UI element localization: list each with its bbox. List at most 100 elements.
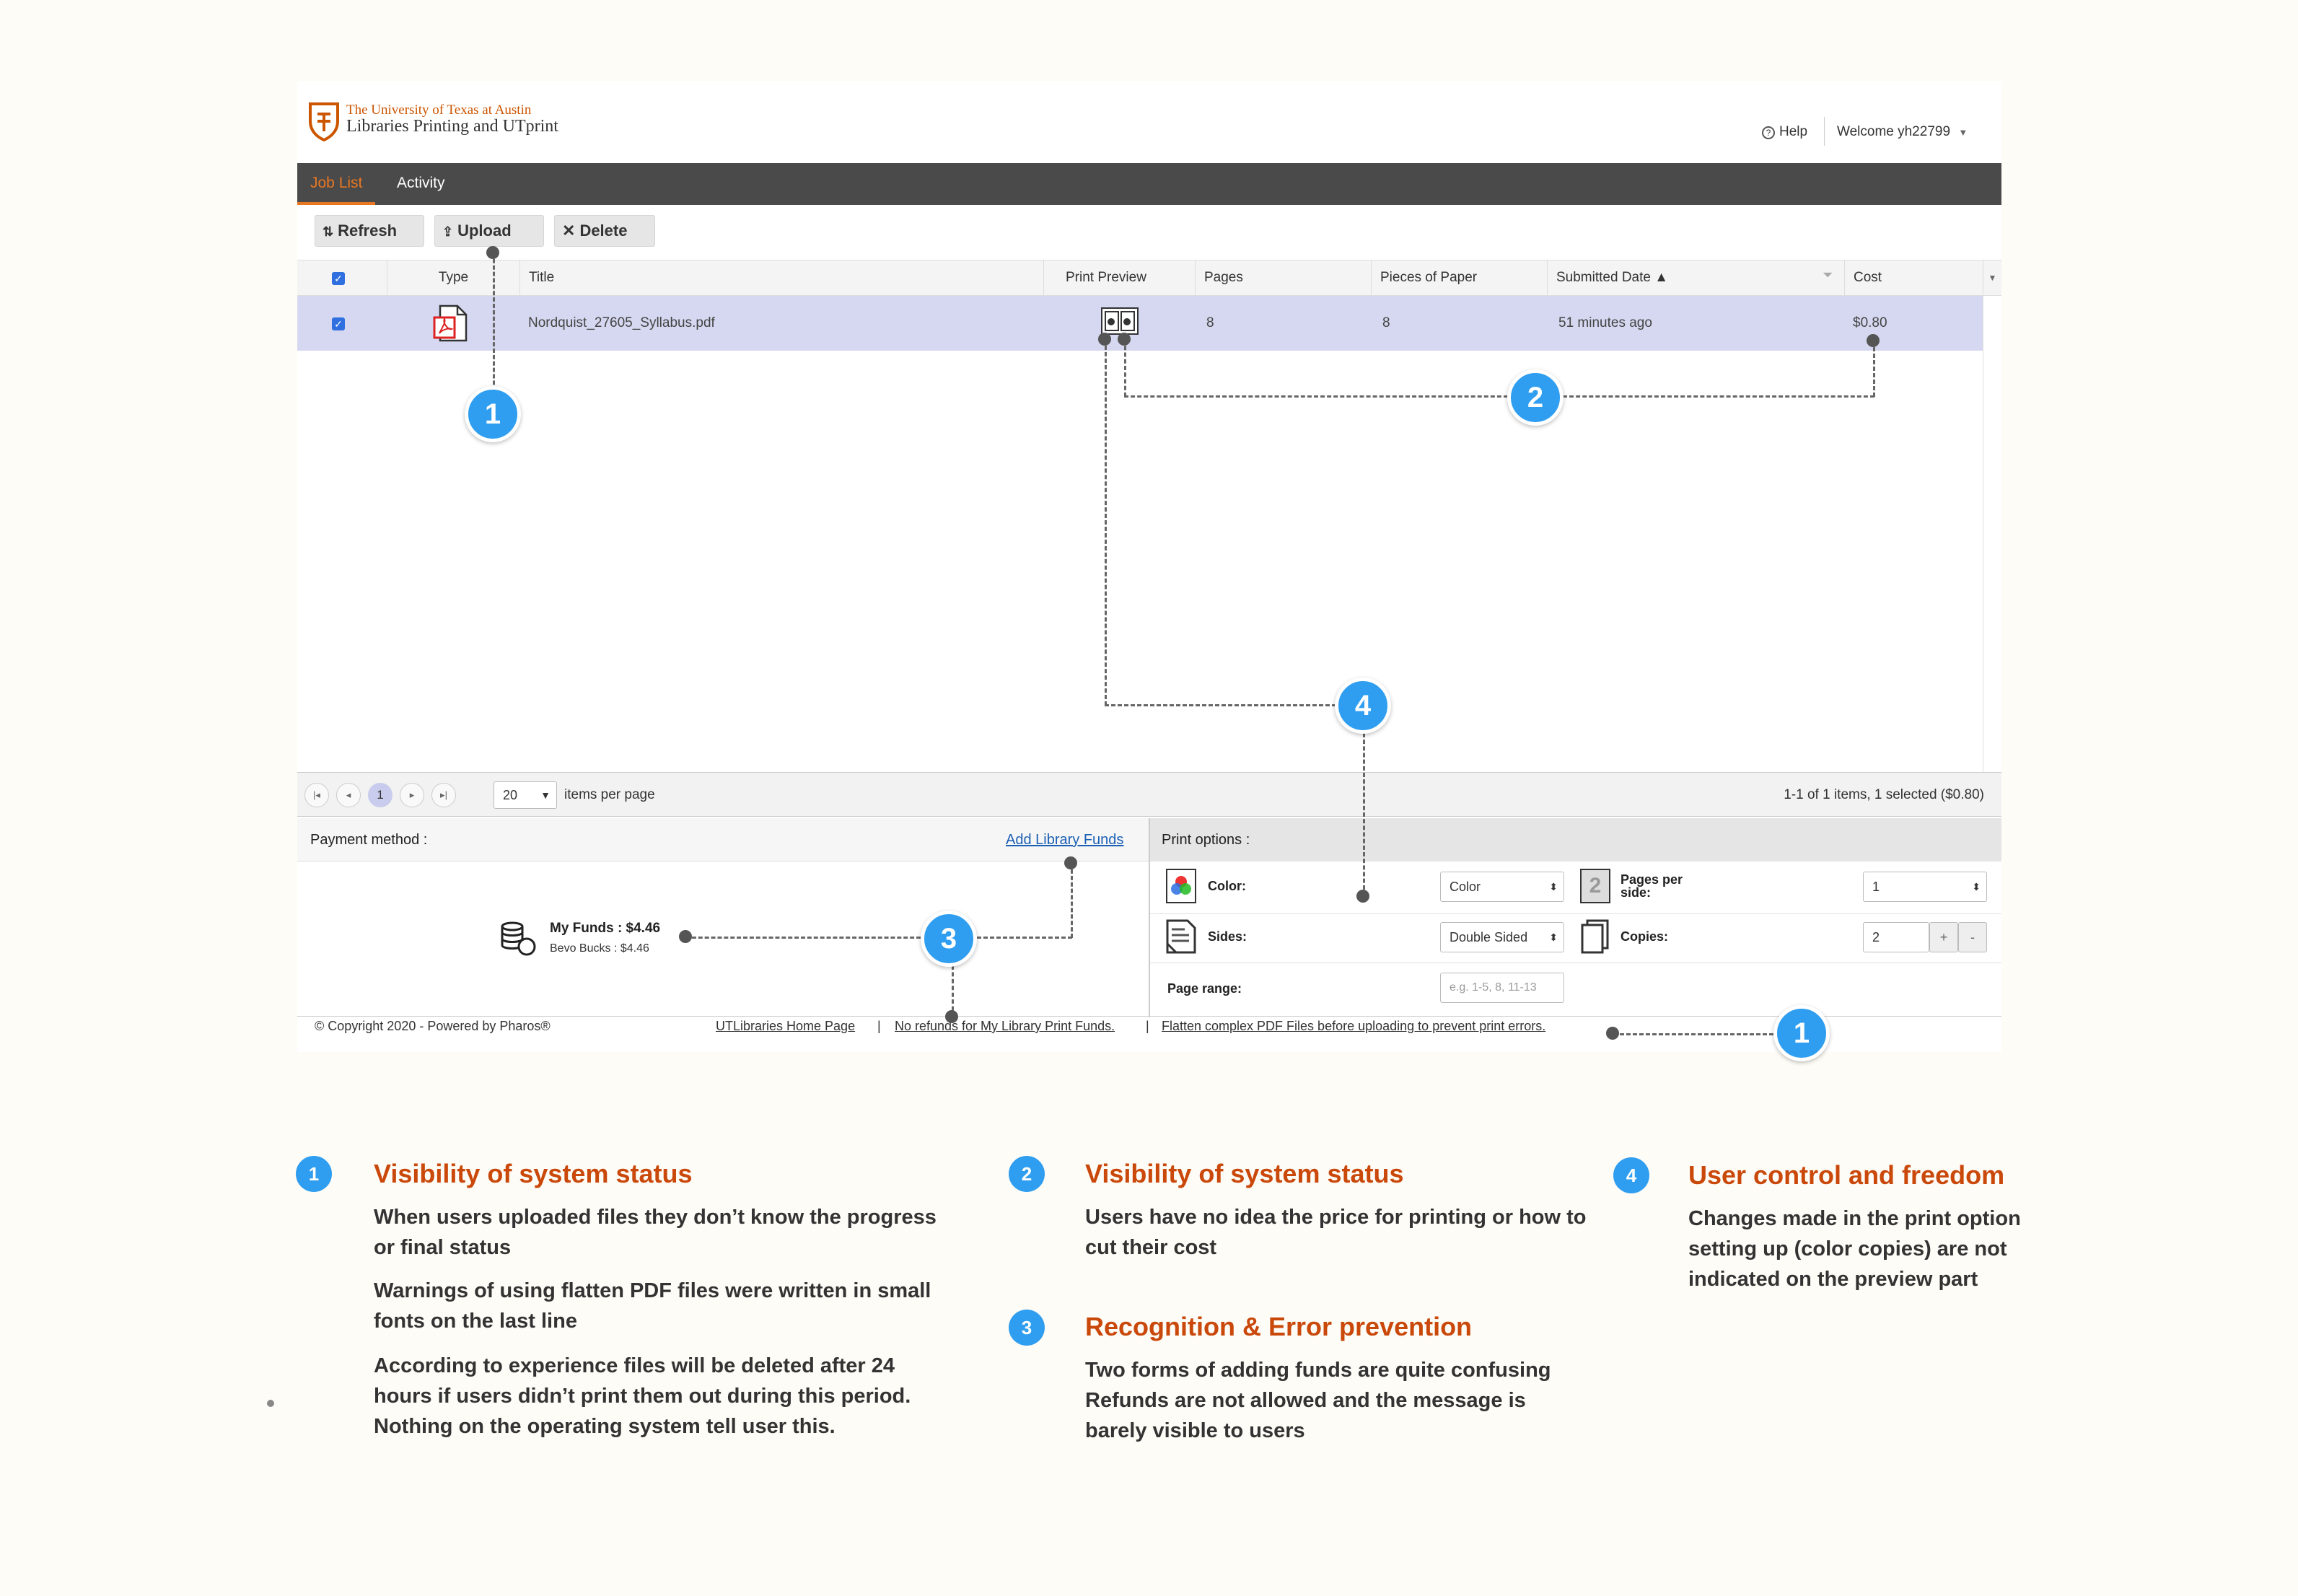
column-pieces[interactable]: Pieces of Paper bbox=[1371, 260, 1547, 295]
filter-icon[interactable]: ⏷ bbox=[1823, 268, 1833, 283]
sides-label: Sides: bbox=[1208, 929, 1247, 944]
delete-button[interactable]: ✕ Delete bbox=[554, 215, 655, 247]
vertical-scrollbar[interactable] bbox=[1983, 296, 2001, 772]
welcome-menu[interactable]: Welcome yh22799 ▼ bbox=[1837, 124, 1968, 140]
logo-university: The University of Texas at Austin bbox=[346, 102, 532, 118]
column-pages[interactable]: Pages bbox=[1195, 260, 1371, 295]
connector-dot bbox=[1064, 856, 1077, 869]
connector-line bbox=[1071, 863, 1073, 938]
header-divider bbox=[1824, 117, 1825, 146]
print-preview-icon[interactable] bbox=[1101, 307, 1139, 335]
annotation-1-badge: 1 bbox=[296, 1156, 332, 1192]
help-label: Help bbox=[1779, 124, 1808, 139]
first-page-icon[interactable]: |◂ bbox=[304, 783, 329, 807]
connector-line bbox=[1873, 341, 1875, 397]
chevron-down-icon: ▼ bbox=[1958, 127, 1968, 138]
footer-link-home[interactable]: UTLibraries Home Page bbox=[716, 1019, 855, 1034]
ut-logo[interactable] bbox=[307, 101, 341, 142]
payment-method-label: Payment method : bbox=[310, 832, 428, 848]
table-row[interactable]: ✓ Nordquist_27605_Syllabus.pdf 8 8 51 mi… bbox=[297, 296, 1983, 351]
color-select[interactable]: Color ⬍ bbox=[1440, 872, 1564, 902]
next-page-icon[interactable]: ▸ bbox=[400, 783, 424, 807]
pager: |◂ ◂ 1 ▸ ▸| 20 ▼ items per page 1-1 of 1 … bbox=[297, 772, 2001, 817]
last-page-icon[interactable]: ▸| bbox=[431, 783, 456, 807]
annotation-3-text: Two forms of adding funds are quite conf… bbox=[1085, 1359, 1551, 1442]
footer-link-refunds[interactable]: No refunds for My Library Print Funds. bbox=[895, 1019, 1115, 1034]
connector-dot bbox=[945, 1010, 958, 1023]
footer-link-flatten[interactable]: Flatten complex PDF Files before uploadi… bbox=[1162, 1019, 1545, 1034]
column-cost[interactable]: Cost bbox=[1844, 260, 1983, 295]
footer-separator: | bbox=[877, 1019, 881, 1033]
select-all-checkbox[interactable]: ✓ bbox=[332, 272, 345, 285]
marker-4: 4 bbox=[1335, 678, 1391, 734]
bevo-bucks: Bevo Bucks : $4.46 bbox=[550, 942, 649, 955]
per-page-label: items per page bbox=[564, 787, 655, 802]
sides-select[interactable]: Double Sided ⬍ bbox=[1440, 922, 1564, 952]
marker-1-footer: 1 bbox=[1773, 1005, 1830, 1061]
copies-icon bbox=[1580, 919, 1610, 954]
annotation-4-text: Changes made in the print option setting… bbox=[1688, 1207, 2021, 1291]
copies-decrement-button[interactable]: - bbox=[1958, 922, 1987, 952]
row-title: Nordquist_27605_Syllabus.pdf bbox=[528, 315, 715, 330]
column-submitted-date[interactable]: Submitted Date ▲ bbox=[1547, 260, 1844, 295]
sides-icon bbox=[1166, 919, 1196, 954]
column-type[interactable]: Type bbox=[387, 260, 519, 295]
copyright: © Copyright 2020 - Powered by Pharos® bbox=[315, 1019, 551, 1033]
connector-dot bbox=[679, 930, 692, 943]
annotation-3-title: Recognition & Error prevention bbox=[1085, 1312, 1473, 1341]
tab-activity[interactable]: Activity bbox=[384, 163, 458, 205]
upload-button[interactable]: ⇪ Upload bbox=[434, 215, 544, 247]
annotation-1-text-2: Warnings of using flatten PDF files were… bbox=[374, 1279, 931, 1333]
tab-job-list[interactable]: Job List bbox=[297, 163, 376, 205]
pager-summary: 1-1 of 1 items, 1 selected ($0.80) bbox=[1784, 787, 1984, 802]
annotation-4-badge: 4 bbox=[1613, 1157, 1649, 1193]
options-row-divider bbox=[1150, 913, 2001, 914]
updown-icon: ⬍ bbox=[1549, 931, 1558, 943]
stray-dot bbox=[267, 1400, 274, 1407]
refresh-label: Refresh bbox=[338, 222, 398, 240]
row-checkbox[interactable]: ✓ bbox=[332, 317, 345, 330]
help-icon: ? bbox=[1762, 126, 1775, 139]
connector-line bbox=[1563, 395, 1874, 398]
column-print-preview[interactable]: Print Preview bbox=[1043, 260, 1195, 295]
pages-per-side-icon: 2 bbox=[1580, 869, 1610, 903]
column-title[interactable]: Title bbox=[519, 260, 1065, 295]
marker-2: 2 bbox=[1507, 369, 1564, 426]
annotation-4-title: User control and freedom bbox=[1688, 1160, 2005, 1190]
current-page-button[interactable]: 1 bbox=[368, 783, 392, 807]
help-link[interactable]: ? Help bbox=[1762, 124, 1807, 140]
connector-line bbox=[685, 937, 921, 939]
prev-page-icon[interactable]: ◂ bbox=[336, 783, 361, 807]
pdf-file-icon bbox=[433, 304, 470, 342]
color-value: Color bbox=[1450, 880, 1481, 894]
pages-per-side-select[interactable]: 1 ⬍ bbox=[1863, 872, 1987, 902]
print-options-header-bg bbox=[1150, 818, 2001, 861]
copies-input[interactable]: 2 bbox=[1863, 922, 1929, 952]
annotation-1-text-1: When users uploaded files they don’t kno… bbox=[374, 1206, 937, 1259]
add-library-funds-link[interactable]: Add Library Funds bbox=[1006, 818, 1123, 861]
connector-dot bbox=[1867, 334, 1880, 347]
upload-icon: ⇪ bbox=[442, 224, 454, 239]
utprint-screenshot: The University of Texas at Austin Librar… bbox=[297, 81, 2001, 1052]
annotation-1-title: Visibility of system status bbox=[374, 1159, 693, 1188]
connector-line bbox=[1105, 704, 1343, 706]
connector-line bbox=[1105, 339, 1107, 706]
page-range-label: Page range: bbox=[1167, 981, 1242, 996]
page-range-input[interactable]: e.g. 1-5, 8, 11-13 bbox=[1440, 973, 1564, 1003]
connector-line bbox=[1124, 339, 1126, 397]
refresh-button[interactable]: ⇅ Refresh bbox=[315, 215, 424, 247]
copies-increment-button[interactable]: + bbox=[1929, 922, 1958, 952]
per-page-select[interactable]: 20 ▼ bbox=[494, 781, 557, 809]
updown-icon: ⬍ bbox=[1549, 881, 1558, 893]
column-menu-chevron-icon[interactable]: ▼ bbox=[1983, 260, 2001, 295]
marker-1: 1 bbox=[465, 386, 521, 442]
annotation-3-badge: 3 bbox=[1009, 1310, 1045, 1346]
connector-line bbox=[493, 253, 495, 404]
connector-dot bbox=[486, 246, 499, 259]
updown-icon: ⬍ bbox=[1972, 881, 1981, 893]
pages-per-side-label: Pages per side: bbox=[1621, 872, 1683, 900]
marker-3: 3 bbox=[921, 911, 977, 967]
color-icon bbox=[1166, 869, 1196, 903]
row-pieces: 8 bbox=[1382, 315, 1390, 330]
upload-label: Upload bbox=[457, 222, 512, 240]
